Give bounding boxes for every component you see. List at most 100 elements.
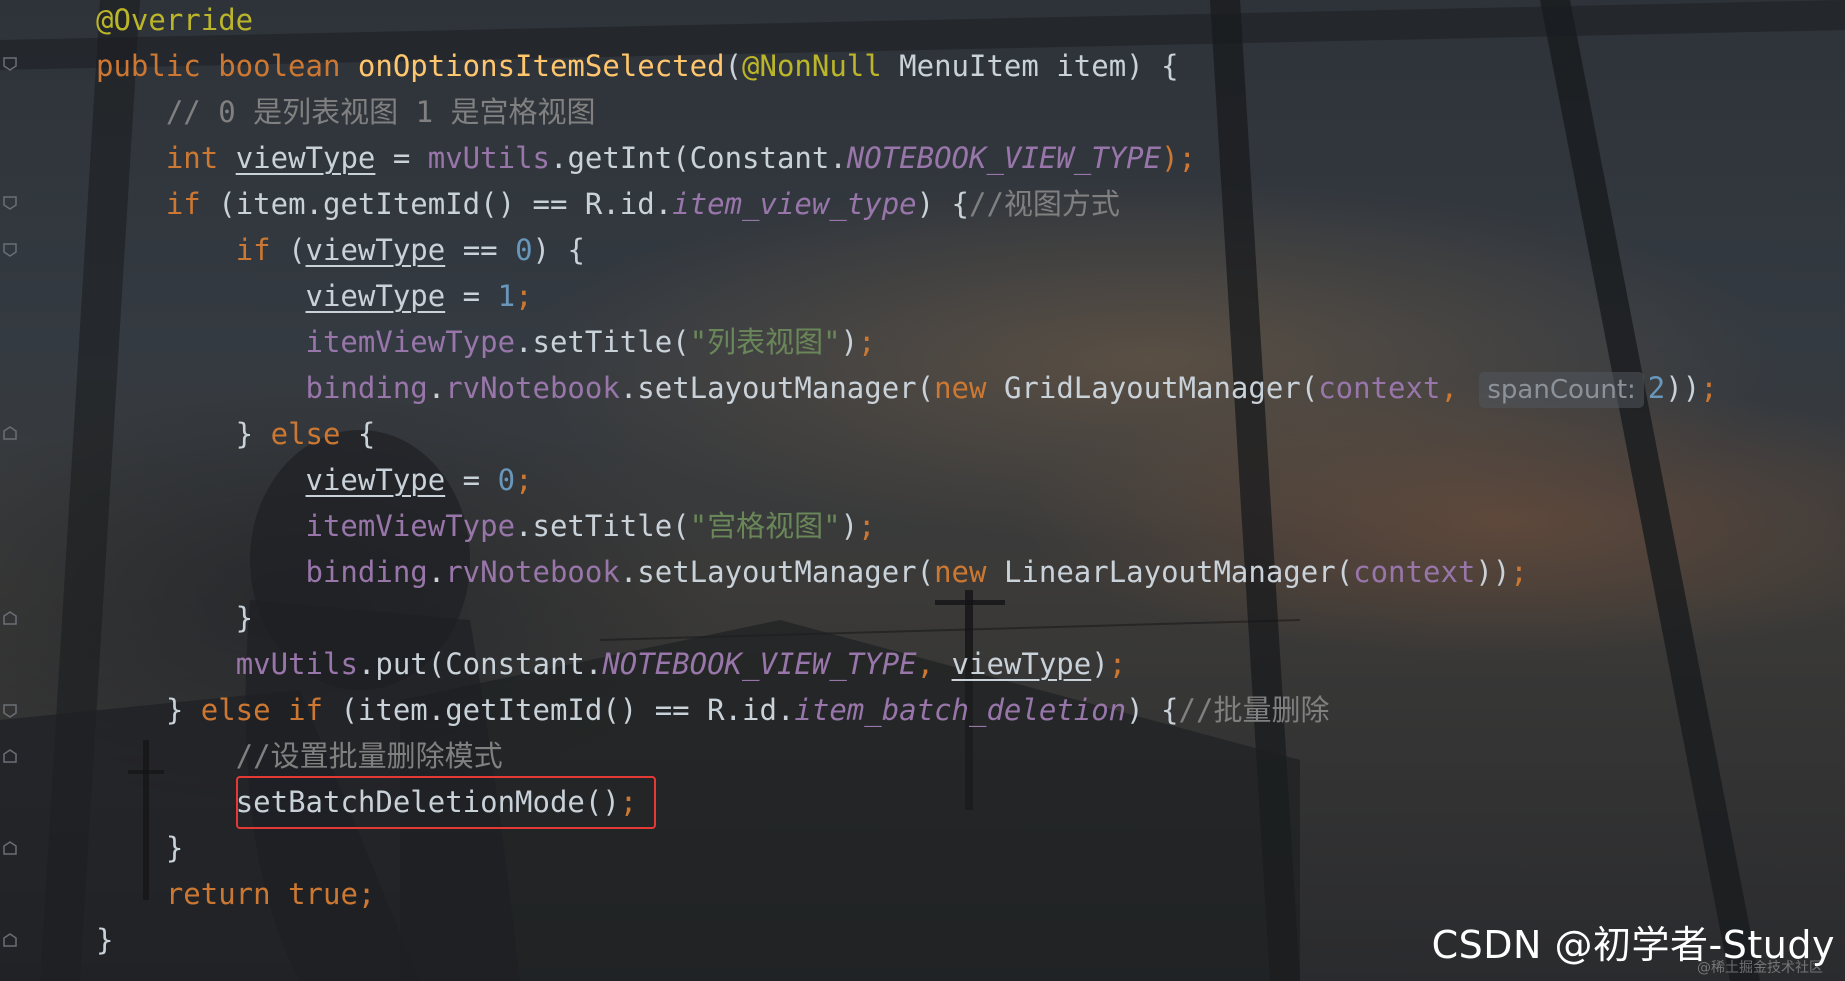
code-token: ) [840, 509, 859, 543]
code-token: ; [1510, 555, 1528, 589]
code-token: mvUtils [427, 141, 550, 175]
code-token: } [96, 601, 254, 635]
fold-marker-icon[interactable] [2, 56, 18, 72]
fold-marker-icon[interactable] [2, 748, 18, 764]
code-line[interactable]: // 0 是列表视图 1 是宫格视图 [96, 89, 596, 135]
code-line[interactable]: int viewType = mvUtils.getInt(Constant.N… [96, 135, 1196, 181]
code-token: viewType [305, 463, 446, 497]
code-token: rvNotebook [445, 371, 620, 405]
juejin-watermark: @稀土掘金技术社区 [1697, 960, 1823, 976]
code-token: if [165, 187, 219, 221]
fold-marker-icon[interactable] [2, 840, 18, 856]
code-token: 0 [515, 233, 533, 267]
code-line[interactable]: public boolean onOptionsItemSelected(@No… [96, 43, 1179, 89]
code-token: binding [305, 371, 428, 405]
code-token: ( [288, 233, 306, 267]
code-token: if [235, 233, 289, 267]
code-token: "宫格视图" [689, 509, 841, 543]
code-token: .setTitle( [515, 325, 690, 359]
code-token: = [445, 279, 498, 313]
code-token: .setLayoutManager( [619, 555, 935, 589]
code-token: @Override [96, 3, 254, 37]
code-token: else if [200, 693, 341, 727]
fold-marker-icon[interactable] [2, 703, 18, 719]
code-line[interactable]: binding.rvNotebook.setLayoutManager(new … [96, 549, 1528, 595]
code-token: } [96, 923, 114, 957]
code-token: == [445, 233, 516, 267]
code-line[interactable]: viewType = 0; [96, 457, 533, 503]
code-token: (item.getItemId() == R.id. [218, 187, 673, 221]
code-token: viewType [305, 233, 446, 267]
fold-marker-icon[interactable] [2, 932, 18, 948]
code-token: // 0 是列表视图 1 是宫格视图 [96, 95, 596, 129]
code-line[interactable]: binding.rvNotebook.setLayoutManager(new … [96, 365, 1718, 411]
code-token: public [96, 49, 219, 83]
code-token: return [165, 877, 289, 911]
code-token: viewType [951, 647, 1092, 681]
code-token: NOTEBOOK_VIEW_TYPE [602, 647, 917, 681]
code-token: true [288, 877, 358, 911]
code-token: ) { [1126, 693, 1179, 727]
fold-marker-icon[interactable] [2, 195, 18, 211]
code-line[interactable]: } else if (item.getItemId() == R.id.item… [96, 687, 1330, 733]
code-token: binding [305, 555, 428, 589]
code-token: } [96, 693, 201, 727]
code-token: item_batch_deletion [794, 693, 1127, 727]
code-line[interactable]: //设置批量删除模式 [96, 733, 503, 779]
code-token: (item.getItemId() == R.id. [340, 693, 795, 727]
code-token: new [934, 555, 1004, 589]
code-token: item_view_type [672, 187, 917, 221]
code-line[interactable]: if (item.getItemId() == R.id.item_view_t… [96, 181, 1120, 227]
code-token: itemViewType [305, 325, 516, 359]
code-token: } [96, 831, 184, 865]
code-line[interactable]: } [96, 595, 253, 641]
code-token: //批量删除 [1178, 693, 1330, 727]
code-line[interactable]: @Override [96, 0, 253, 43]
code-token: ; [357, 877, 376, 911]
code-token: //设置批量删除模式 [96, 739, 503, 773]
code-token: "列表视图" [689, 325, 841, 359]
code-line[interactable]: return true; [96, 871, 376, 917]
code-token: 2 [1647, 371, 1666, 405]
fold-marker-icon[interactable] [2, 425, 18, 441]
code-token: { [357, 417, 376, 451]
code-editor[interactable]: @Override public boolean onOptionsItemSel… [0, 0, 1845, 981]
fold-marker-icon[interactable] [2, 242, 18, 258]
code-token: ; [515, 463, 533, 497]
code-token: MenuItem item) { [881, 49, 1179, 83]
code-token: = [375, 141, 428, 175]
code-token: context [1318, 371, 1441, 405]
code-line[interactable]: mvUtils.put(Constant.NOTEBOOK_VIEW_TYPE,… [96, 641, 1126, 687]
code-line[interactable]: itemViewType.setTitle("列表视图"); [96, 319, 876, 365]
code-token: onOptionsItemSelected [357, 49, 725, 83]
code-token: , [1440, 371, 1476, 405]
code-token: @NonNull [742, 49, 882, 83]
code-line[interactable]: } [96, 917, 113, 963]
code-line[interactable]: viewType = 1; [96, 273, 533, 319]
code-token: ( [724, 49, 743, 83]
code-line[interactable]: if (viewType == 0) { [96, 227, 585, 273]
code-token: ; [515, 279, 533, 313]
editor-gutter [0, 0, 28, 981]
code-token: context [1353, 555, 1476, 589]
highlight-box [236, 776, 656, 829]
code-token: = [445, 463, 498, 497]
code-line[interactable]: } [96, 825, 183, 871]
code-token: ) [1091, 647, 1109, 681]
code-token: 1 [497, 279, 516, 313]
fold-marker-icon[interactable] [2, 610, 18, 626]
code-token: .setLayoutManager( [619, 371, 935, 405]
code-token: ); [1161, 141, 1196, 175]
code-line[interactable]: itemViewType.setTitle("宫格视图"); [96, 503, 876, 549]
code-token: } [96, 417, 271, 451]
code-line[interactable]: } else { [96, 411, 376, 457]
code-token: LinearLayoutManager( [1003, 555, 1354, 589]
